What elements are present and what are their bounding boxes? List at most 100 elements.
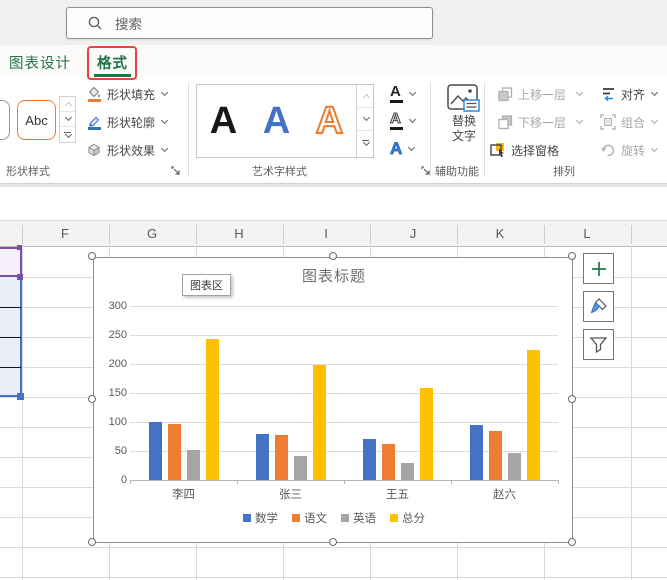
column-header-H[interactable]: H <box>196 226 283 241</box>
shape-effects-label: 形状效果 <box>107 143 156 158</box>
alt-text-button[interactable]: 替换 文字 <box>445 84 483 160</box>
chart-legend[interactable]: 数学 语文 英语 总分 <box>94 510 574 526</box>
bar-数学-李四[interactable] <box>148 422 162 480</box>
shape-style-abc-button[interactable]: Abc <box>17 100 56 140</box>
funnel-icon <box>589 336 608 353</box>
chart-filters-button[interactable] <box>583 329 614 360</box>
resize-handle-s[interactable] <box>329 538 337 546</box>
range-fill-handle[interactable] <box>17 393 24 400</box>
y-axis-tick-label: 250 <box>108 329 127 341</box>
axis-tick <box>237 480 238 484</box>
text-effects-button[interactable]: A <box>390 138 416 160</box>
legend-item-数学[interactable]: 数学 <box>243 510 278 526</box>
wordart-more-button[interactable] <box>357 131 373 154</box>
gridline-horizontal <box>0 547 667 548</box>
wordart-style-orange-outline[interactable]: A <box>303 86 356 156</box>
send-backward-icon <box>498 114 513 129</box>
resize-handle-e[interactable] <box>568 395 576 403</box>
selection-pane-icon <box>490 143 504 158</box>
chart-title[interactable]: 图表标题 <box>94 265 574 286</box>
column-header-K[interactable]: K <box>457 226 544 241</box>
resize-handle-sw[interactable] <box>88 538 96 546</box>
text-effects-icon: A <box>390 139 403 158</box>
send-backward-button[interactable]: 下移一层 <box>498 111 584 133</box>
range-handle[interactable] <box>17 274 23 280</box>
excel-window: 搜索 图表设计 格式 Abc 形状填充 形状轮廓 形状效果 形状样式 A A A… <box>0 0 667 580</box>
shape-effects-button[interactable]: 形状效果 <box>86 139 169 161</box>
wordart-style-blue[interactable]: A <box>250 86 303 156</box>
alt-text-icon <box>447 84 480 112</box>
wordart-down-button[interactable] <box>357 108 373 131</box>
selection-pane-label: 选择窗格 <box>511 143 560 158</box>
bar-英语-张三[interactable] <box>293 455 307 480</box>
resize-handle-se[interactable] <box>568 538 576 546</box>
resize-handle-nw[interactable] <box>88 252 96 260</box>
plus-icon <box>591 261 606 276</box>
rotate-button[interactable]: 旋转 <box>600 139 659 161</box>
range-handle[interactable] <box>17 245 22 250</box>
resize-handle-w[interactable] <box>88 395 96 403</box>
group-divider <box>484 82 485 176</box>
selection-pane-button[interactable]: 选择窗格 <box>490 139 559 161</box>
column-header-F[interactable]: F <box>22 226 109 241</box>
group-button[interactable]: 组合 <box>600 111 659 133</box>
legend-item-语文[interactable]: 语文 <box>292 510 327 526</box>
resize-handle-n[interactable] <box>329 252 337 260</box>
alt-text-label-line2: 文字 <box>451 129 476 143</box>
column-header-J[interactable]: J <box>370 226 457 241</box>
bring-forward-button[interactable]: 上移一层 <box>498 83 584 105</box>
bar-语文-张三[interactable] <box>274 434 288 480</box>
legend-item-英语[interactable]: 英语 <box>341 510 376 526</box>
wordart-style-black[interactable]: A <box>197 86 250 156</box>
y-axis-tick-label: 50 <box>114 445 127 457</box>
tab-chart-design[interactable]: 图表设计 <box>9 52 71 73</box>
bar-数学-赵六[interactable] <box>469 424 483 480</box>
chart-elements-button[interactable] <box>583 253 614 284</box>
bar-英语-赵六[interactable] <box>507 453 521 480</box>
bar-语文-王五[interactable] <box>381 444 395 480</box>
bar-总分-李四[interactable] <box>205 339 219 480</box>
wordart-gallery[interactable]: A A A <box>196 84 374 158</box>
text-outline-button[interactable]: A <box>389 110 417 132</box>
shape-style-gallery-partial[interactable] <box>0 100 10 140</box>
bar-总分-王五[interactable] <box>419 388 433 480</box>
bar-数学-王五[interactable] <box>362 439 376 480</box>
search-input[interactable]: 搜索 <box>66 7 433 39</box>
chart-gridline <box>130 393 558 394</box>
top-bar: 搜索 <box>0 0 667 45</box>
legend-label: 英语 <box>353 513 376 525</box>
column-header-divider <box>108 225 110 244</box>
bar-语文-赵六[interactable] <box>488 430 502 480</box>
bar-英语-王五[interactable] <box>400 462 414 480</box>
chart-styles-button[interactable] <box>583 291 614 322</box>
alt-text-label-line1: 替换 <box>451 114 476 128</box>
column-header-I[interactable]: I <box>283 226 370 241</box>
category-range-highlight <box>0 247 22 277</box>
bar-数学-张三[interactable] <box>255 433 269 480</box>
chart-area[interactable]: 图表标题 图表区 0 50 100 150 200 250 300 李四 张三 王五 赵六 数学 语文… <box>93 257 573 543</box>
wordart-group-label: 艺术字样式 <box>252 166 307 178</box>
shape-styles-dialog-launcher[interactable] <box>170 165 181 176</box>
bar-总分-赵六[interactable] <box>526 349 540 480</box>
align-button[interactable]: 对齐 <box>600 83 659 105</box>
x-axis-label-王五: 王五 <box>386 489 409 501</box>
column-header-L[interactable]: L <box>544 226 631 241</box>
y-axis-tick-label: 100 <box>108 416 127 428</box>
wordart-up-button[interactable] <box>357 85 373 108</box>
bar-英语-李四[interactable] <box>186 450 200 480</box>
legend-item-总分[interactable]: 总分 <box>390 510 425 526</box>
gallery-down-button[interactable] <box>60 112 75 127</box>
gallery-more-button[interactable] <box>60 127 75 142</box>
search-icon <box>88 16 102 30</box>
rotate-label: 旋转 <box>621 143 646 158</box>
shape-fill-button[interactable]: 形状填充 <box>86 83 169 105</box>
bar-语文-李四[interactable] <box>167 424 181 480</box>
column-header-G[interactable]: G <box>109 226 196 241</box>
shape-outline-button[interactable]: 形状轮廓 <box>86 111 169 133</box>
column-headers: FGHIJKL <box>0 220 667 247</box>
text-fill-button[interactable]: A <box>390 83 417 105</box>
shape-fill-icon <box>88 86 101 102</box>
bar-总分-张三[interactable] <box>312 364 326 480</box>
gallery-up-button[interactable] <box>60 97 75 112</box>
resize-handle-ne[interactable] <box>568 252 576 260</box>
